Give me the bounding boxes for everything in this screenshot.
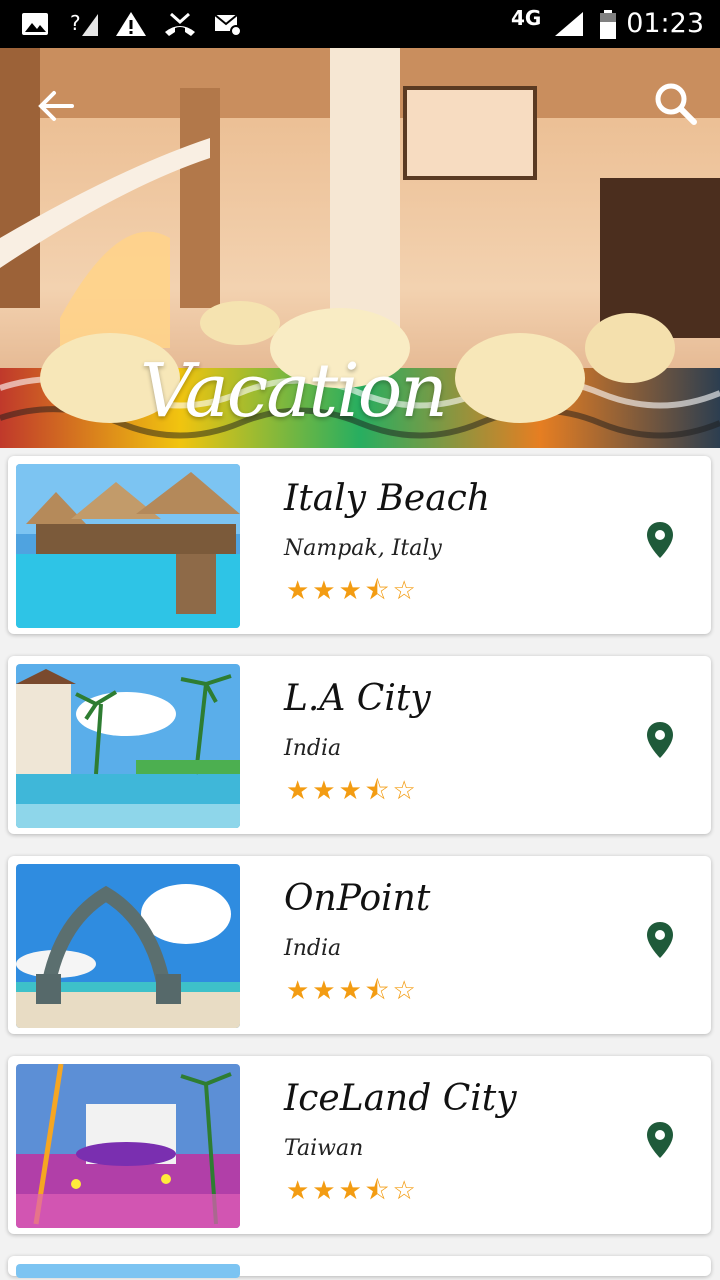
svg-text:?: ? xyxy=(70,11,81,35)
list-item[interactable]: Italy Beach Nampak, Italy ★★★⯪☆ xyxy=(8,456,711,634)
list-item[interactable]: OnPoint India ★★★⯪☆ xyxy=(8,856,711,1034)
page-title: Vacation xyxy=(140,348,448,434)
status-bar: ? 4G 01:23 xyxy=(0,0,720,48)
place-name: OnPoint xyxy=(284,878,431,919)
list-item[interactable]: L.A City India ★★★⯪☆ xyxy=(8,656,711,834)
place-thumbnail xyxy=(16,464,240,628)
location-pin-icon[interactable] xyxy=(644,520,676,560)
rating-stars: ★★★⯪☆ xyxy=(286,576,419,606)
mail-settings-icon xyxy=(214,14,242,37)
signal-strength-icon xyxy=(555,12,583,36)
rating-stars: ★★★⯪☆ xyxy=(286,776,419,806)
place-thumbnail xyxy=(16,864,240,1028)
location-pin-icon[interactable] xyxy=(644,1120,676,1160)
hero-header: Vacation xyxy=(0,48,720,448)
location-pin-icon[interactable] xyxy=(644,920,676,960)
gallery-icon xyxy=(22,13,48,35)
rating-stars: ★★★⯪☆ xyxy=(286,976,419,1006)
rating-stars: ★★★⯪☆ xyxy=(286,1176,419,1206)
missed-call-icon xyxy=(165,12,195,36)
no-signal-icon: ? xyxy=(70,11,98,36)
network-type-label: 4G xyxy=(511,6,542,30)
battery-icon xyxy=(600,10,616,39)
arrow-left-icon[interactable] xyxy=(32,82,80,130)
place-name: IceLand City xyxy=(284,1078,517,1119)
place-location: Nampak, Italy xyxy=(284,536,442,561)
place-name: L.A City xyxy=(284,678,431,719)
search-icon[interactable] xyxy=(650,78,702,130)
place-name: Italy Beach xyxy=(284,478,491,519)
place-location: India xyxy=(284,936,342,961)
clock: 01:23 xyxy=(626,8,704,39)
place-location: Taiwan xyxy=(284,1136,364,1161)
place-thumbnail xyxy=(16,664,240,828)
place-location: India xyxy=(284,736,342,761)
warning-icon xyxy=(116,12,146,36)
list-item[interactable]: IceLand City Taiwan ★★★⯪☆ xyxy=(8,1056,711,1234)
place-thumbnail xyxy=(16,1264,240,1278)
place-thumbnail xyxy=(16,1064,240,1228)
location-pin-icon[interactable] xyxy=(644,720,676,760)
list-item[interactable] xyxy=(8,1256,711,1278)
